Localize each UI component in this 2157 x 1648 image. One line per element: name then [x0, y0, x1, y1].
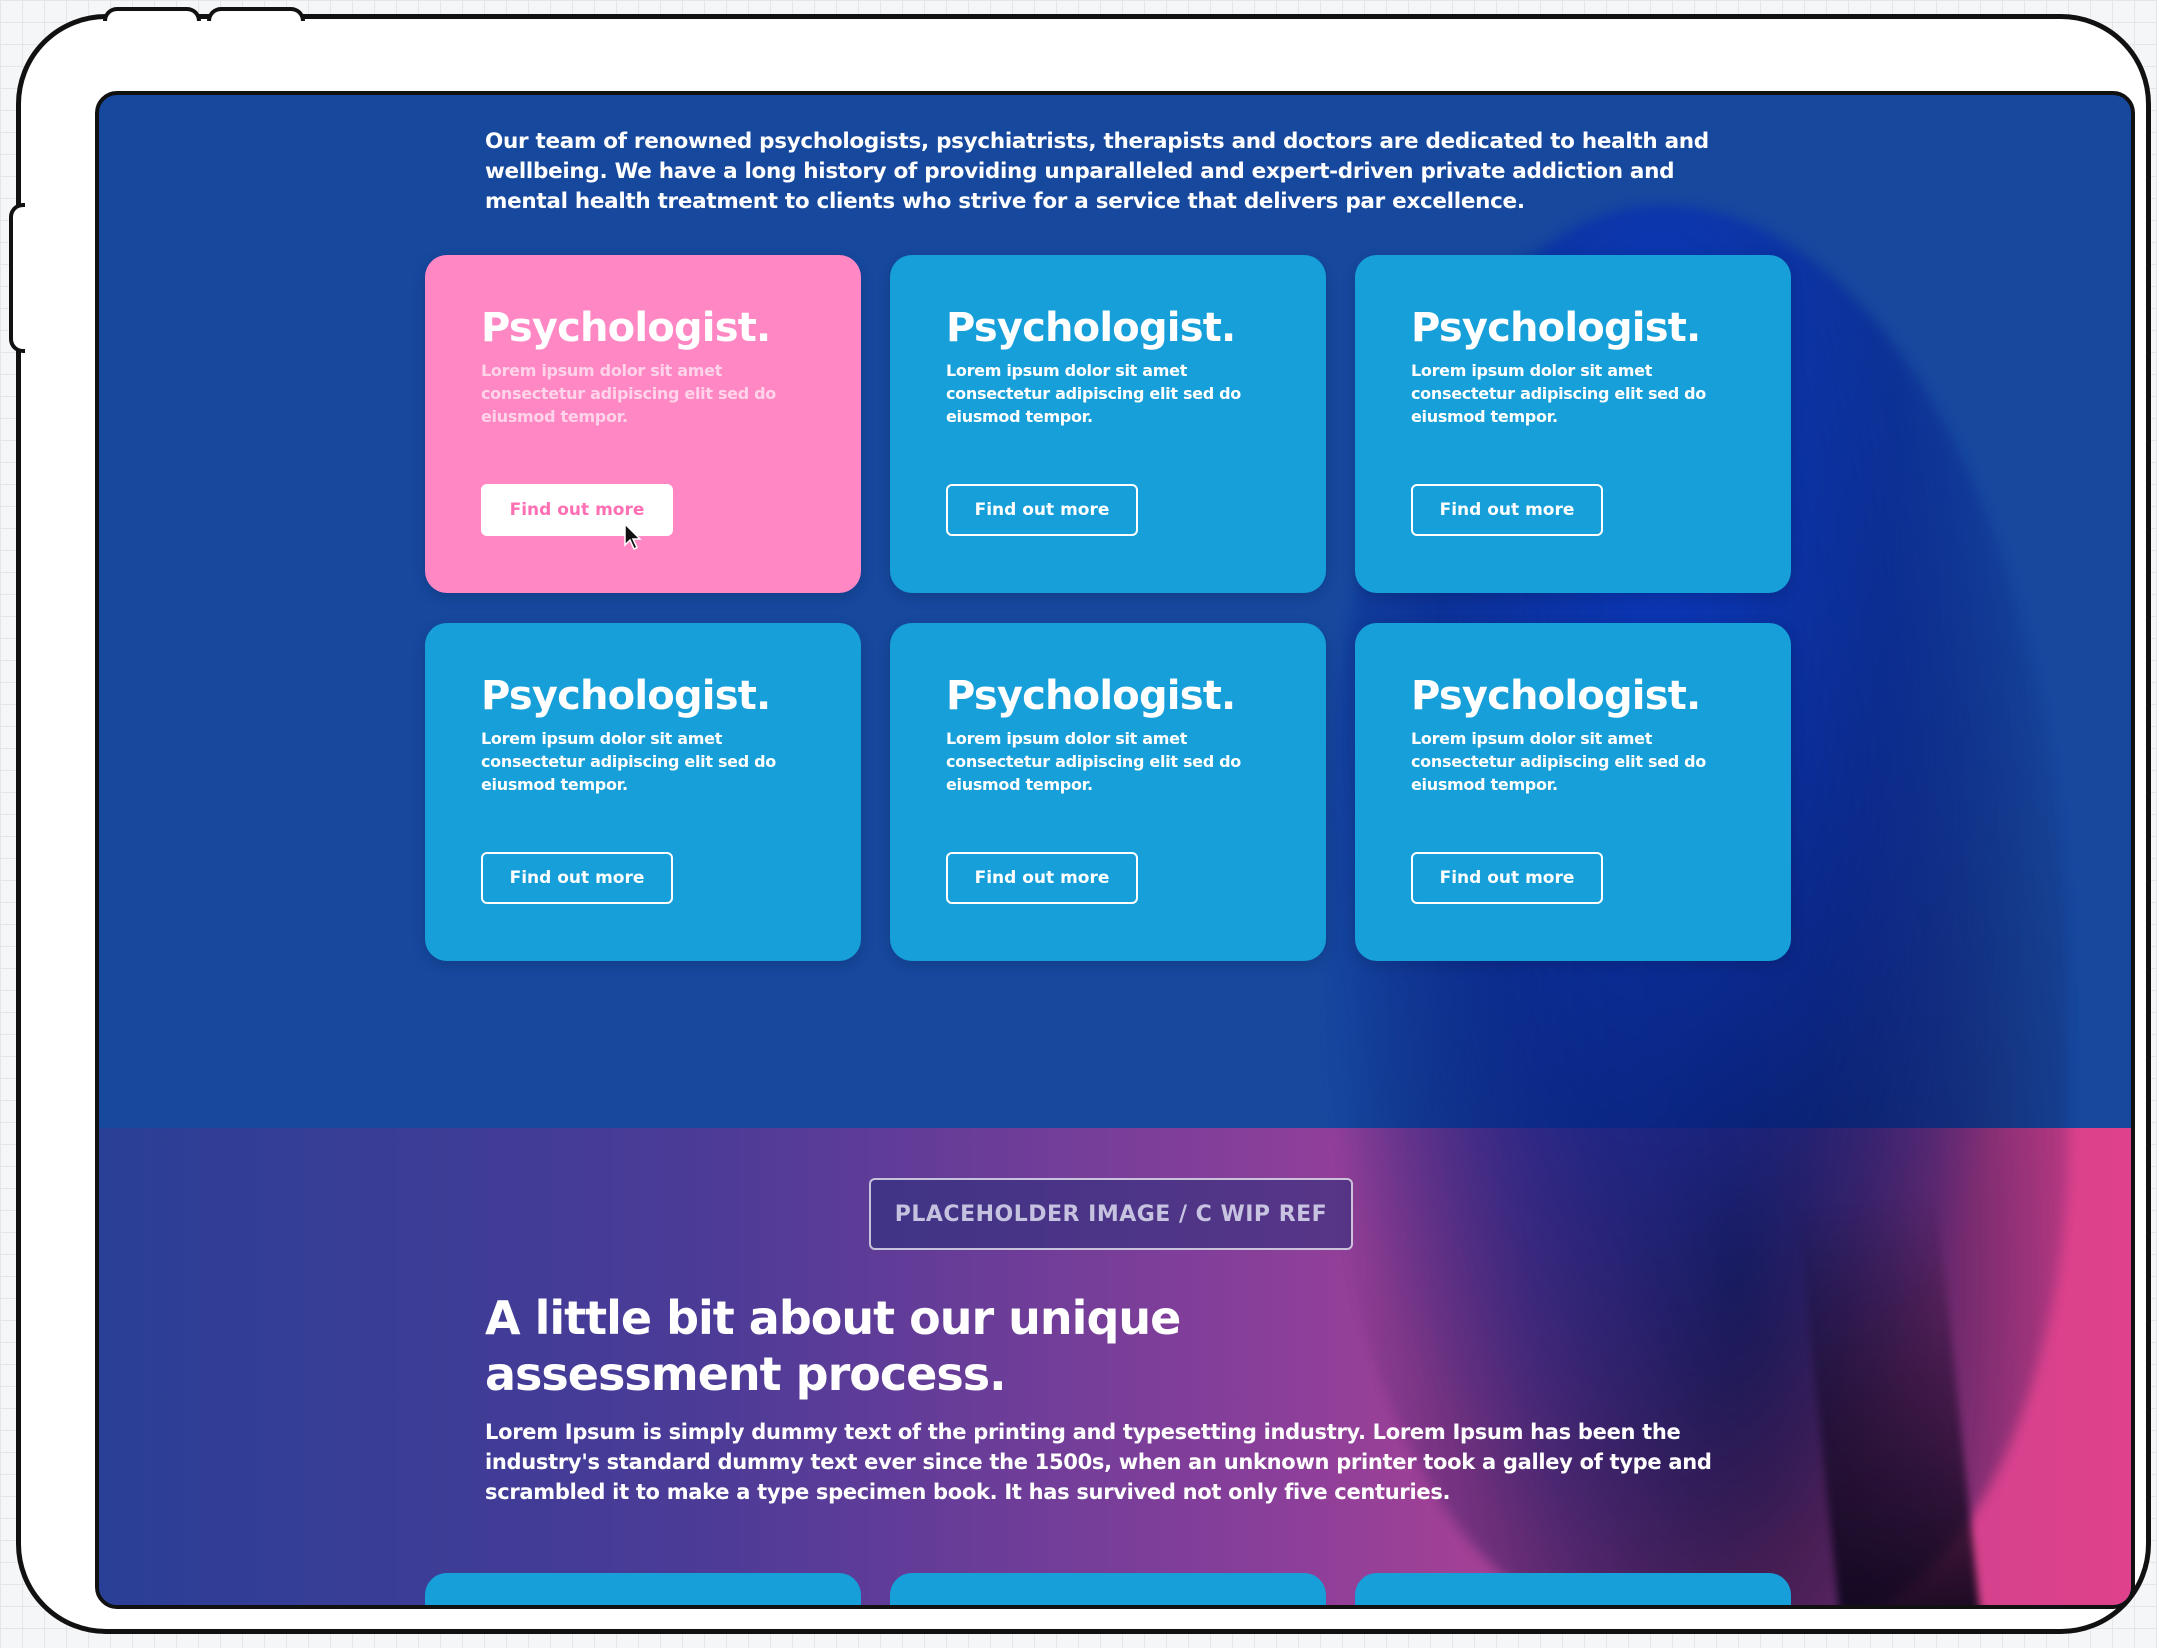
assessment-section-title: A little bit about our unique assessment… — [485, 1291, 1181, 1401]
intro-paragraph: Our team of renowned psychologists, psyc… — [485, 128, 1709, 214]
card-description: Lorem ipsum dolor sit amet consectetur a… — [481, 729, 776, 794]
find-out-more-button[interactable]: Find out more — [481, 852, 673, 904]
service-card[interactable]: Psychologist. Lorem ipsum dolor sit amet… — [890, 623, 1326, 961]
service-card[interactable]: Psychologist. Lorem ipsum dolor sit amet… — [425, 255, 861, 593]
find-out-more-button[interactable]: Find out more — [481, 484, 673, 536]
service-card-partial[interactable] — [1355, 1573, 1791, 1605]
service-cards-grid: Psychologist. Lorem ipsum dolor sit amet… — [425, 255, 1791, 961]
service-card[interactable]: Psychologist. Lorem ipsum dolor sit amet… — [890, 255, 1326, 593]
card-description: Lorem ipsum dolor sit amet consectetur a… — [1411, 729, 1706, 794]
card-description: Lorem ipsum dolor sit amet consectetur a… — [481, 361, 776, 426]
card-description: Lorem ipsum dolor sit amet consectetur a… — [946, 361, 1241, 426]
mouse-pointer-icon — [624, 523, 642, 551]
page-content: Our team of renowned psychologists, psyc… — [99, 95, 2131, 1605]
card-title: Psychologist. — [946, 673, 1236, 719]
tablet-power-button — [207, 7, 305, 21]
next-cards-row — [425, 1573, 1791, 1605]
service-card[interactable]: Psychologist. Lorem ipsum dolor sit amet… — [1355, 255, 1791, 593]
card-title: Psychologist. — [1411, 673, 1701, 719]
find-out-more-button[interactable]: Find out more — [946, 852, 1138, 904]
find-out-more-button[interactable]: Find out more — [1411, 852, 1603, 904]
tablet-frame: Our team of renowned psychologists, psyc… — [9, 7, 2151, 1634]
tablet-side-button — [9, 203, 25, 353]
assessment-section-body: Lorem Ipsum is simply dummy text of the … — [485, 1420, 1712, 1504]
tablet-volume-button — [103, 7, 201, 21]
service-card[interactable]: Psychologist. Lorem ipsum dolor sit amet… — [425, 623, 861, 961]
card-description: Lorem ipsum dolor sit amet consectetur a… — [1411, 361, 1706, 426]
service-card-partial[interactable] — [425, 1573, 861, 1605]
placeholder-image-label: PLACEHOLDER IMAGE / C WIP REF — [869, 1178, 1353, 1250]
find-out-more-button[interactable]: Find out more — [946, 484, 1138, 536]
service-card-partial[interactable] — [890, 1573, 1326, 1605]
card-title: Psychologist. — [481, 305, 771, 351]
card-title: Psychologist. — [1411, 305, 1701, 351]
card-title: Psychologist. — [481, 673, 771, 719]
screen: Our team of renowned psychologists, psyc… — [95, 91, 2135, 1609]
find-out-more-button[interactable]: Find out more — [1411, 484, 1603, 536]
card-title: Psychologist. — [946, 305, 1236, 351]
card-description: Lorem ipsum dolor sit amet consectetur a… — [946, 729, 1241, 794]
service-card[interactable]: Psychologist. Lorem ipsum dolor sit amet… — [1355, 623, 1791, 961]
